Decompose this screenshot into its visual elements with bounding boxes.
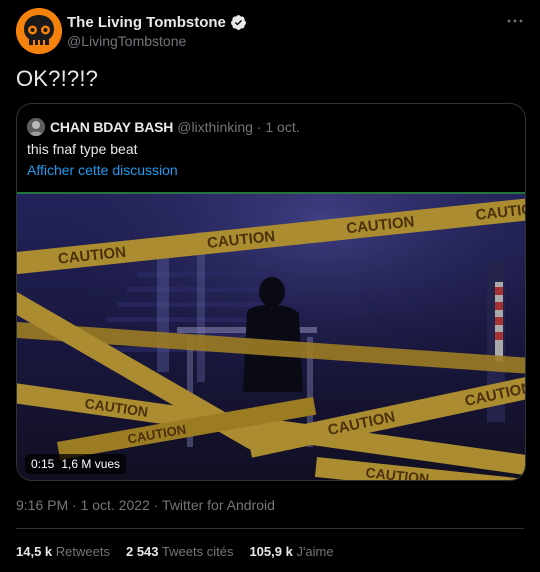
author-avatar[interactable]: [16, 8, 62, 54]
quote-tweets-stat[interactable]: 2 543 Tweets cités: [126, 544, 233, 559]
show-thread-link[interactable]: Afficher cette discussion: [27, 162, 178, 178]
author-handle[interactable]: @LivingTombstone: [67, 33, 186, 49]
author-name[interactable]: The Living Tombstone: [67, 14, 226, 31]
skull-logo-icon: [16, 8, 62, 54]
quoted-tweet-header: CHAN BDAY BASH @lixthinking · 1 oct.: [27, 118, 300, 136]
author-name-row: The Living Tombstone: [67, 13, 247, 31]
quoted-author-handle: @lixthinking · 1 oct.: [177, 119, 300, 135]
quoted-author-name: CHAN BDAY BASH: [50, 119, 174, 135]
video-views: 1,6 M vues: [61, 457, 121, 471]
video-thumbnail: CAUTION CAUTION CAUTION CAUTION CAUTION …: [17, 192, 525, 480]
retweets-count: 14,5 k: [16, 544, 53, 559]
video-duration: 0:15: [31, 457, 55, 471]
retweets-label: Retweets: [55, 544, 110, 559]
likes-stat[interactable]: 105,9 k J'aime: [249, 544, 333, 559]
verified-badge-icon: [230, 14, 246, 30]
likes-label: J'aime: [296, 544, 334, 559]
quoted-tweet-card[interactable]: CHAN BDAY BASH @lixthinking · 1 oct. thi…: [16, 103, 526, 481]
video-player[interactable]: CAUTION CAUTION CAUTION CAUTION CAUTION …: [17, 192, 525, 480]
more-options-icon[interactable]: [506, 12, 524, 30]
ellipsis-icon: [507, 19, 523, 23]
quote-tweets-count: 2 543: [125, 544, 159, 559]
likes-count: 105,9 k: [249, 544, 293, 559]
quoted-avatar-photo-icon: [27, 118, 45, 136]
quoted-tweet-text: this fnaf type beat: [27, 141, 138, 157]
video-info-badge: 0:15 1,6 M vues: [25, 454, 127, 474]
tweet-header: The Living Tombstone @LivingTombstone: [16, 8, 524, 54]
tweet-timestamp[interactable]: 9:16 PM · 1 oct. 2022 · Twitter for Andr…: [16, 497, 275, 513]
quoted-author-avatar: [27, 118, 45, 136]
divider: [16, 528, 524, 529]
tweet-text: OK?!?!?: [16, 66, 99, 91]
quote-tweets-label: Tweets cités: [161, 544, 234, 559]
retweets-stat[interactable]: 14,5 k Retweets: [16, 544, 110, 559]
engagement-stats: 14,5 k Retweets 2 543 Tweets cités 105,9…: [16, 544, 334, 559]
